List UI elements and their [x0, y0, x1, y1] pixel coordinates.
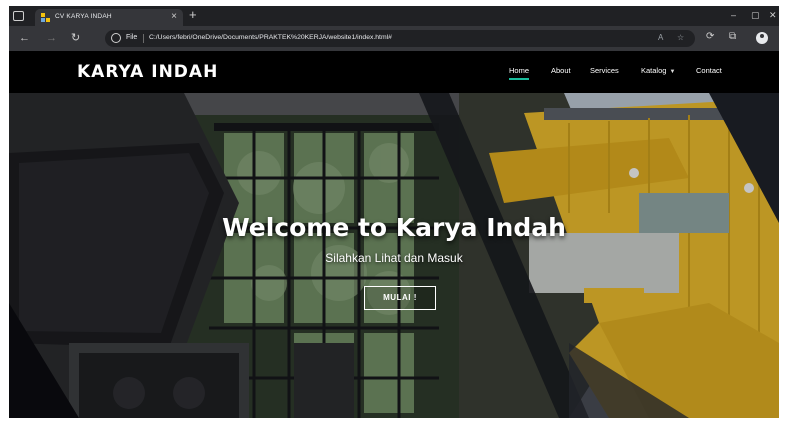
start-button[interactable]: MULAI ! [364, 286, 436, 310]
collections-icon[interactable]: ⟳ [706, 31, 714, 43]
window-menu-icon[interactable] [13, 11, 24, 21]
forward-icon[interactable]: → [46, 32, 57, 44]
nav-services[interactable]: Services [590, 66, 619, 75]
nav-about[interactable]: About [551, 66, 571, 75]
scheme-label: File [126, 34, 138, 41]
new-tab-icon[interactable]: + [189, 8, 197, 22]
reload-icon[interactable]: ↻ [71, 32, 80, 44]
tab-close-icon[interactable]: × [171, 11, 177, 23]
chevron-down-icon: ▼ [669, 69, 676, 75]
back-icon[interactable]: ← [19, 32, 30, 44]
nav-contact[interactable]: Contact [696, 66, 722, 75]
address-bar[interactable]: File C:/Users/febri/OneDrive/Documents/P… [105, 30, 695, 47]
extensions-icon[interactable]: ⧉ [729, 31, 736, 43]
address-divider [143, 34, 144, 43]
favorites-icon[interactable]: ☆ [677, 33, 684, 43]
nav-katalog[interactable]: Katalog ▼ [641, 66, 675, 75]
nav-home[interactable]: Home [509, 66, 530, 80]
browser-tab[interactable]: CV KARYA INDAH × [35, 9, 183, 26]
url-text[interactable]: C:/Users/febri/OneDrive/Documents/PRAKTE… [149, 34, 392, 41]
maximize-icon[interactable]: ▢ [751, 9, 760, 21]
hero-section: Welcome to Karya Indah Silahkan Lihat da… [9, 93, 779, 418]
tab-strip: CV KARYA INDAH × + – ▢ ✕ [9, 6, 779, 26]
hero-subtitle: Silahkan Lihat dan Masuk [325, 251, 463, 265]
minimize-icon[interactable]: – [731, 9, 736, 21]
read-aloud-icon[interactable]: A [658, 33, 663, 43]
site-navbar: KARYA INDAH Home About Services Katalog ▼… [9, 51, 779, 93]
browser-window: CV KARYA INDAH × + – ▢ ✕ ← → ↻ File C:/U… [9, 6, 779, 418]
favicon-icon [41, 13, 50, 22]
brand-logo[interactable]: KARYA INDAH [77, 62, 218, 82]
site-info-icon[interactable] [111, 33, 121, 43]
tab-title: CV KARYA INDAH [55, 13, 112, 20]
nav-katalog-label: Katalog [641, 66, 667, 75]
hero-title: Welcome to Karya Indah [222, 213, 566, 242]
profile-icon[interactable] [756, 32, 768, 44]
browser-toolbar: ← → ↻ File C:/Users/febri/OneDrive/Docum… [9, 26, 779, 51]
website: KARYA INDAH Home About Services Katalog ▼… [9, 51, 779, 418]
close-window-icon[interactable]: ✕ [769, 9, 777, 21]
